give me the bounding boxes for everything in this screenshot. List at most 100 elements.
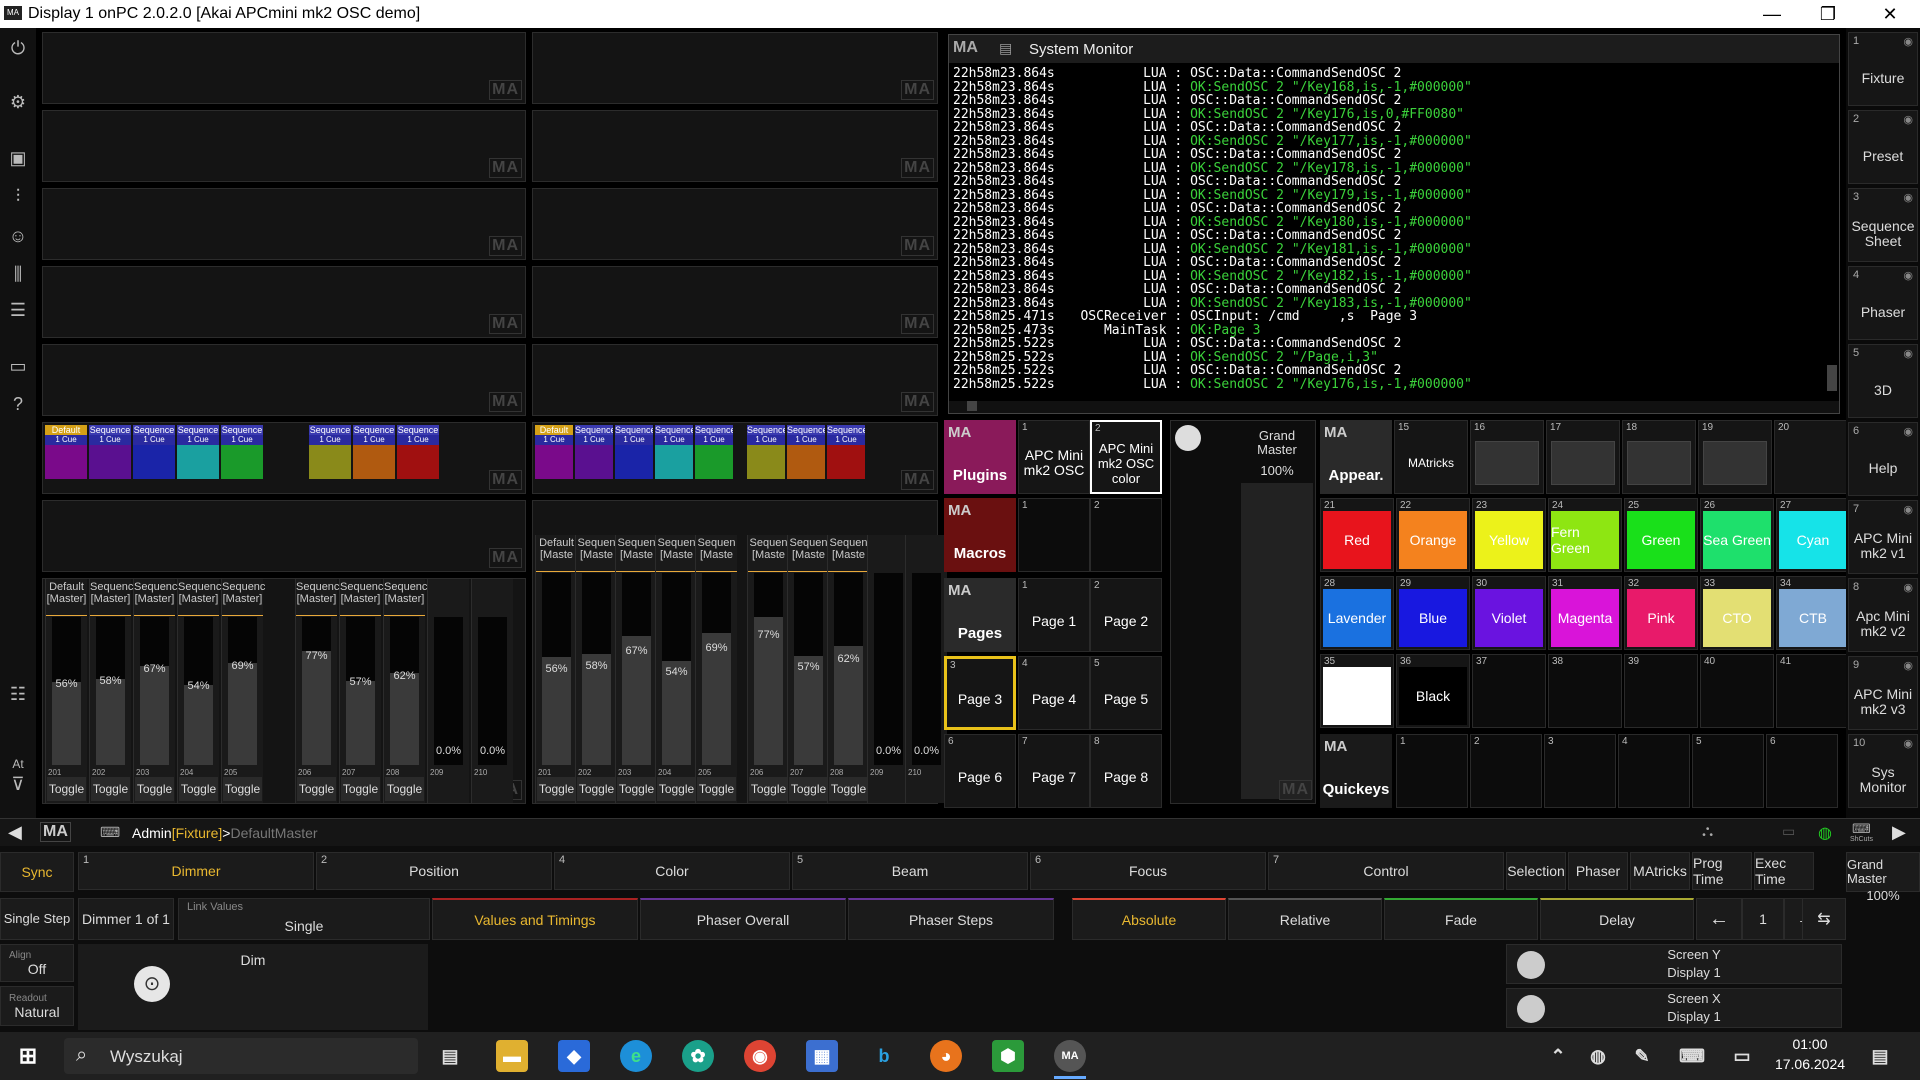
appearance-green[interactable]: 25 Green: [1624, 498, 1698, 572]
app-icon-hex[interactable]: ⬢: [992, 1040, 1024, 1072]
fader-track[interactable]: [622, 573, 651, 765]
fader-track[interactable]: [754, 573, 783, 765]
exec-sequence-8[interactable]: Sequence 71 Cue: [353, 425, 395, 497]
appearance-empty[interactable]: 39: [1624, 654, 1698, 728]
toggle-button[interactable]: Toggle: [657, 777, 696, 801]
prev-page-arrow-icon[interactable]: ←: [1696, 898, 1742, 940]
quickey-2[interactable]: 2: [1470, 734, 1542, 808]
eye-icon[interactable]: ◉: [1903, 269, 1913, 282]
appearance-18[interactable]: 18: [1622, 420, 1696, 494]
screen-x-encoder[interactable]: Screen X Display 1: [1506, 988, 1842, 1028]
tab-dimmer[interactable]: 1 Dimmer: [78, 852, 314, 890]
appearance-cyan[interactable]: 27 Cyan: [1776, 498, 1850, 572]
appearance-19[interactable]: 19: [1698, 420, 1772, 494]
eye-icon[interactable]: ◉: [1903, 113, 1913, 126]
shortcuts-icon[interactable]: ⌨: [1852, 821, 1871, 837]
exec-sequence-3[interactable]: Sequence 31 Cue: [133, 425, 175, 497]
encoder-knob-icon[interactable]: ⊙: [134, 966, 170, 1002]
toggle-button[interactable]: Toggle: [91, 777, 130, 801]
fader-201[interactable]: Default [Master] 56% 201 Toggle: [45, 579, 87, 803]
macro-item-1[interactable]: 1: [1018, 498, 1090, 572]
encoder-selection-button[interactable]: Selection: [1506, 852, 1566, 890]
faders-icon[interactable]: ⫶: [6, 184, 30, 208]
exec-sequence-3[interactable]: Sequence 1 Cue: [615, 425, 653, 497]
eye-icon[interactable]: ◉: [1903, 659, 1913, 672]
fader-203[interactable]: Sequenc [Master] 67% 203 Toggle: [133, 579, 177, 803]
appearance-violet[interactable]: 30 Violet: [1472, 576, 1546, 650]
fader-track[interactable]: [140, 617, 169, 765]
eye-icon[interactable]: ◉: [1903, 191, 1913, 204]
windows-start-icon[interactable]: ⊞: [12, 1040, 44, 1072]
view-button-1[interactable]: 1 ◉ Fixture: [1848, 32, 1918, 106]
appearance-fern-green[interactable]: 24 Fern Green: [1548, 498, 1622, 572]
mixer-icon[interactable]: ⫼: [6, 262, 30, 286]
exec-sequence-2[interactable]: Sequence 21 Cue: [89, 425, 131, 497]
power-icon[interactable]: ⏻: [6, 36, 30, 60]
eye-icon[interactable]: ◉: [1903, 581, 1913, 594]
settings-icon[interactable]: ⚙: [6, 90, 30, 114]
encoder-exec-time-button[interactable]: Exec Time: [1754, 852, 1814, 890]
encoder-knob-icon[interactable]: [1517, 951, 1545, 979]
log-scrollbar[interactable]: [1827, 365, 1837, 391]
single-step-button[interactable]: Single Step: [0, 898, 74, 940]
view-button-6[interactable]: 6 ◉ Help: [1848, 422, 1918, 496]
file-explorer-icon[interactable]: ▬: [496, 1040, 528, 1072]
tab-control[interactable]: 7 Control: [1268, 852, 1504, 890]
quickey-5[interactable]: 5: [1692, 734, 1764, 808]
log-hscrollbar[interactable]: [949, 401, 1839, 413]
toggle-button[interactable]: Toggle: [749, 777, 788, 801]
tab-position[interactable]: 2 Position: [316, 852, 552, 890]
toggle-button[interactable]: Toggle: [617, 777, 656, 801]
phaser-overall-button[interactable]: Phaser Overall: [640, 898, 846, 940]
appearance-empty[interactable]: 37: [1472, 654, 1546, 728]
fader-208[interactable]: Sequen [Maste 62% 208 Toggle: [827, 535, 869, 803]
globe-icon[interactable]: ◍: [1818, 823, 1832, 843]
task-view-icon[interactable]: ▤: [434, 1040, 466, 1072]
appearance-yellow[interactable]: 23 Yellow: [1472, 498, 1546, 572]
plugin-item-2[interactable]: 2 APC Mini mk2 OSC color: [1090, 420, 1162, 494]
page-button-4[interactable]: 4 Page 4: [1018, 656, 1090, 730]
fader-207[interactable]: Sequenc [Master] 57% 207 Toggle: [339, 579, 383, 803]
mode-fade-button[interactable]: Fade: [1384, 898, 1538, 940]
dim-encoder[interactable]: Dim ⊙: [78, 944, 428, 1030]
toggle-button[interactable]: Toggle: [223, 777, 262, 801]
appearance-cto[interactable]: 33 CTO: [1700, 576, 1774, 650]
appearance-pink[interactable]: 32 Pink: [1624, 576, 1698, 650]
appearance-blue[interactable]: 29 Blue: [1396, 576, 1470, 650]
toggle-button[interactable]: Toggle: [47, 777, 86, 801]
view-button-4[interactable]: 4 ◉ Phaser: [1848, 266, 1918, 340]
appearance-magenta[interactable]: 31 Magenta: [1548, 576, 1622, 650]
fader-track[interactable]: [390, 617, 419, 765]
toggle-button[interactable]: Toggle: [789, 777, 828, 801]
align-select[interactable]: Align Off: [0, 944, 74, 982]
screen-y-encoder[interactable]: Screen Y Display 1: [1506, 944, 1842, 984]
exec-sequence-6[interactable]: Sequence 1 Cue: [747, 425, 785, 497]
view-button-5[interactable]: 5 ◉ 3D: [1848, 344, 1918, 418]
encoder-settings-icon[interactable]: ⇆: [1802, 898, 1846, 940]
store-icon[interactable]: ▣: [6, 146, 30, 170]
exec-sequence-9[interactable]: Sequence 81 Cue: [397, 425, 439, 497]
appearance-empty[interactable]: 41: [1776, 654, 1850, 728]
fader-track[interactable]: [874, 573, 903, 765]
tray-camera-icon[interactable]: ◍: [1582, 1040, 1614, 1072]
keyboard-icon[interactable]: ⌨: [100, 824, 120, 841]
fader-205[interactable]: Sequen [Maste 69% 205 Toggle: [695, 535, 737, 803]
exec-sequence-5[interactable]: Sequence 1 Cue: [695, 425, 733, 497]
window-icon[interactable]: ▭: [1782, 823, 1795, 840]
fader-track[interactable]: [834, 573, 863, 765]
plugins-pool-button[interactable]: MA Plugins: [944, 420, 1016, 494]
fader-205[interactable]: Sequenc [Master] 69% 205 Toggle: [221, 579, 265, 803]
fader-210[interactable]: 0.0% 210: [905, 535, 947, 803]
tab-beam[interactable]: 5 Beam: [792, 852, 1028, 890]
page-button-2[interactable]: 2 Page 2: [1090, 578, 1162, 652]
help-icon[interactable]: ?: [6, 392, 30, 416]
network-icon[interactable]: ⛬: [1702, 823, 1713, 841]
view-button-10[interactable]: 10 ◉ Sys Monitor: [1848, 734, 1918, 808]
grand-master-fader[interactable]: Grand Master 100% MA: [1170, 420, 1316, 804]
appearance-white[interactable]: 35 White: [1320, 654, 1394, 728]
clock-time[interactable]: 01:00: [1780, 1036, 1840, 1052]
exec-sequence-1[interactable]: Default 1 Cue: [535, 425, 573, 497]
cue-list-icon[interactable]: ☷: [6, 682, 30, 706]
exec-sequence-2[interactable]: Sequence 1 Cue: [575, 425, 613, 497]
tab-focus[interactable]: 6 Focus: [1030, 852, 1266, 890]
